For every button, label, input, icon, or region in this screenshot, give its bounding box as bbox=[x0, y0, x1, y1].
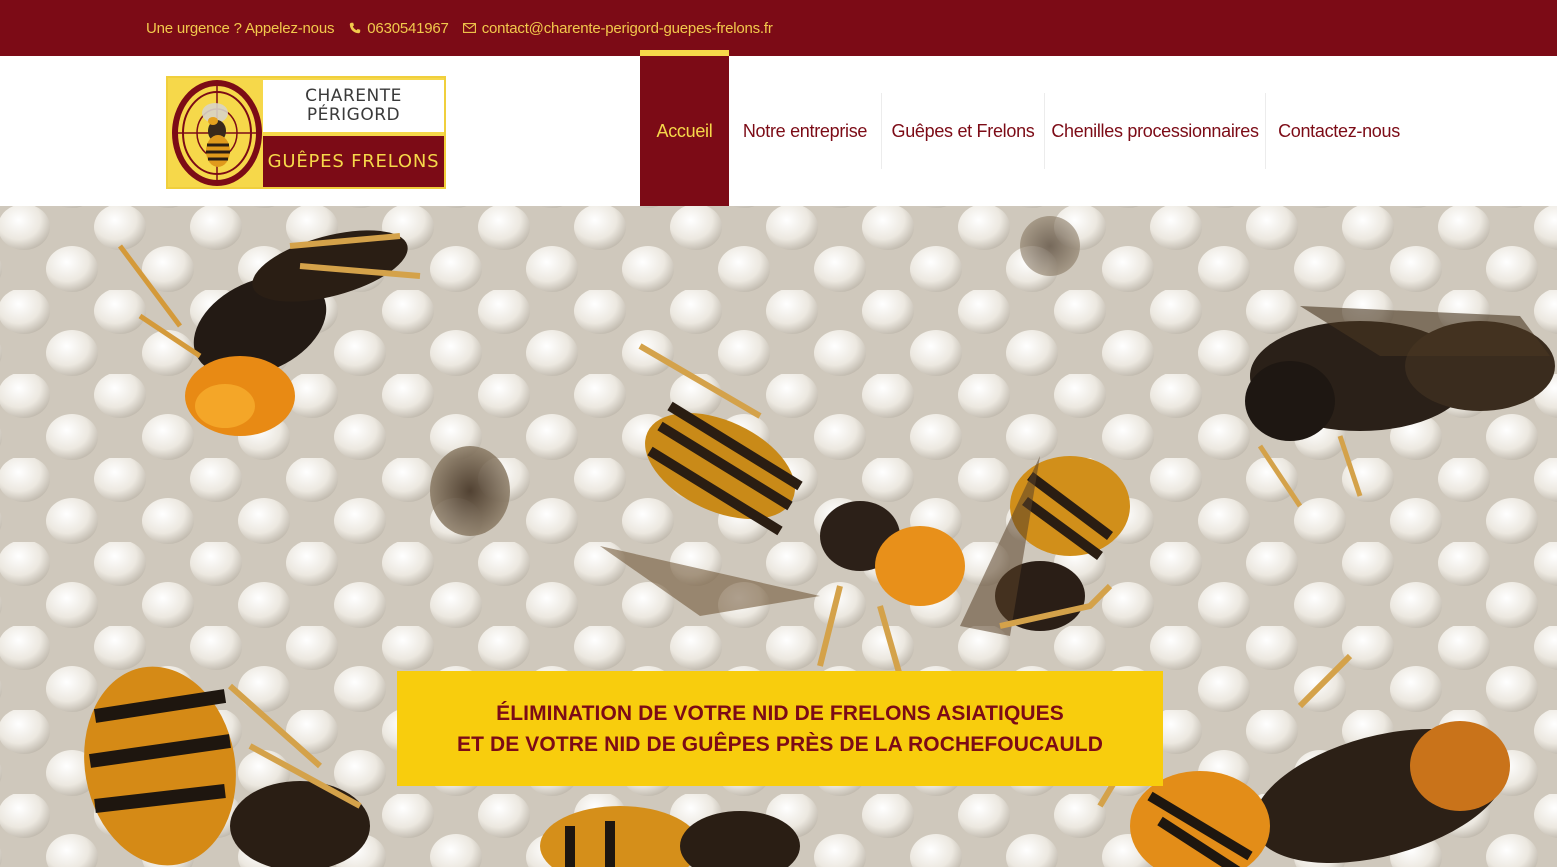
nav-item-accueil[interactable]: Accueil bbox=[640, 50, 729, 206]
phone-link[interactable]: 0630541967 bbox=[348, 19, 449, 37]
main-navigation: Accueil Notre entreprise Guêpes et Frelo… bbox=[640, 50, 1412, 206]
nav-label: Accueil bbox=[656, 120, 713, 141]
nav-item-chenilles[interactable]: Chenilles processionnaires bbox=[1045, 56, 1265, 206]
top-contact-bar: Une urgence ? Appelez-nous 0630541967 co… bbox=[0, 0, 1557, 56]
nav-item-contactez-nous[interactable]: Contactez-nous bbox=[1266, 56, 1412, 206]
urgent-text: Une urgence ? Appelez-nous bbox=[146, 19, 335, 37]
hero-headline-line2: ET DE VOTRE NID DE GUÊPES PRÈS DE LA ROC… bbox=[457, 732, 1103, 756]
email-link[interactable]: contact@charente-perigord-guepes-frelons… bbox=[463, 20, 773, 37]
hero-section: ÉLIMINATION DE VOTRE NID DE FRELONS ASIA… bbox=[0, 206, 1557, 867]
phone-icon bbox=[348, 21, 362, 35]
nav-label: Contactez-nous bbox=[1278, 120, 1400, 141]
phone-number: 0630541967 bbox=[367, 19, 449, 37]
site-logo[interactable]: CHARENTE PÉRIGORD GUÊPES FRELONS bbox=[166, 76, 446, 189]
logo-line-perigord: PÉRIGORD bbox=[306, 105, 401, 125]
nav-label: Notre entreprise bbox=[742, 120, 868, 141]
nav-label: Chenilles processionnaires bbox=[1051, 120, 1259, 141]
email-address: contact@charente-perigord-guepes-frelons… bbox=[481, 19, 773, 37]
nav-item-guepes-frelons[interactable]: Guêpes et Frelons bbox=[882, 56, 1044, 206]
nav-item-notre-entreprise[interactable]: Notre entreprise bbox=[729, 56, 881, 206]
logo-text-bottom: GUÊPES FRELONS bbox=[263, 136, 444, 187]
logo-text-top: CHARENTE PÉRIGORD bbox=[263, 80, 444, 132]
envelope-icon bbox=[463, 21, 477, 35]
wasp-target-emblem bbox=[172, 80, 262, 186]
nav-label: Guêpes et Frelons bbox=[891, 120, 1035, 141]
logo-line-guepes-frelons: GUÊPES FRELONS bbox=[267, 151, 440, 172]
logo-line-charente: CHARENTE bbox=[305, 86, 402, 106]
hero-headline-line1: ÉLIMINATION DE VOTRE NID DE FRELONS ASIA… bbox=[496, 701, 1064, 725]
site-header: CHARENTE PÉRIGORD GUÊPES FRELONS Accueil… bbox=[0, 50, 1557, 206]
hero-headline-banner: ÉLIMINATION DE VOTRE NID DE FRELONS ASIA… bbox=[397, 671, 1163, 786]
